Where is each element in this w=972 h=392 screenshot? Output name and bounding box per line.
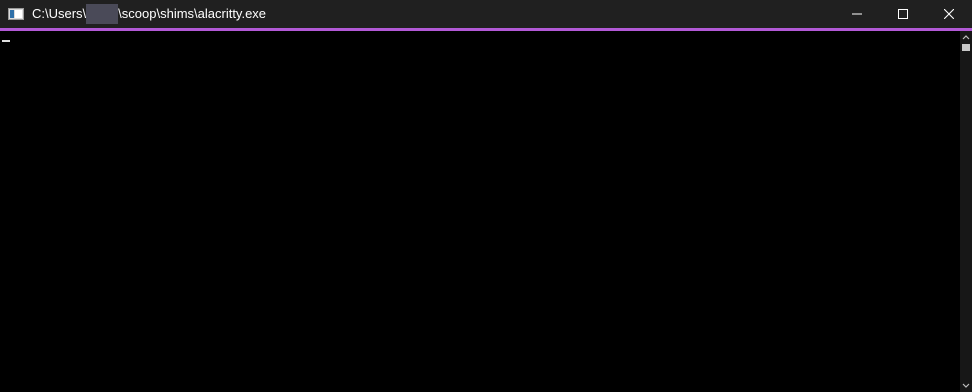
redacted-username (86, 4, 119, 24)
close-icon (944, 9, 954, 19)
minimize-icon (852, 13, 862, 15)
scroll-up-button[interactable] (960, 31, 972, 43)
chevron-up-icon (962, 35, 970, 40)
alacritty-window: C:\Users\ \scoop\shims\alacritty.exe (0, 0, 972, 392)
terminal-area[interactable] (0, 31, 960, 392)
close-button[interactable] (926, 0, 972, 28)
terminal-cursor (2, 40, 10, 42)
maximize-icon (898, 9, 908, 19)
scrollbar-thumb[interactable] (962, 44, 970, 51)
chevron-down-icon (962, 383, 970, 388)
title-path-suffix: \scoop\shims\alacritty.exe (118, 6, 267, 21)
minimize-button[interactable] (834, 0, 880, 28)
vertical-scrollbar[interactable] (960, 31, 972, 392)
window-title: C:\Users\ \scoop\shims\alacritty.exe (32, 0, 266, 28)
maximize-button[interactable] (880, 0, 926, 28)
scroll-down-button[interactable] (960, 380, 972, 392)
title-bar[interactable]: C:\Users\ \scoop\shims\alacritty.exe (0, 0, 972, 28)
console-app-icon (8, 8, 24, 20)
title-path-prefix: C:\Users\ (32, 6, 87, 21)
